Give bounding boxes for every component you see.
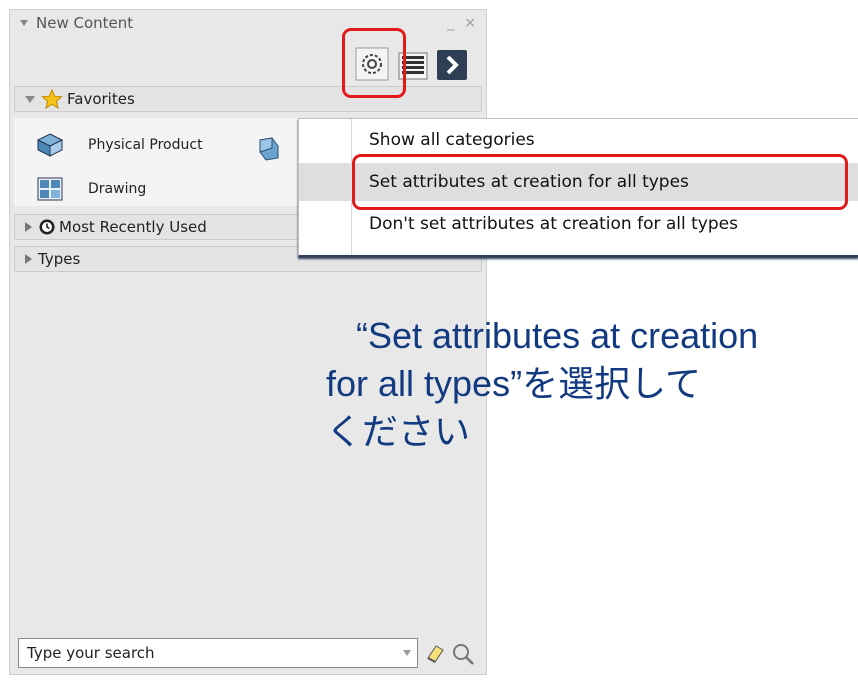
menu-item-dont-set-attributes[interactable]: Don't set attributes at creation for all… [299, 205, 858, 243]
instruction-caption: “Set attributes at creation for all type… [326, 312, 846, 456]
search-input[interactable]: Type your search [18, 638, 418, 668]
types-label: Types [38, 250, 81, 268]
close-button[interactable]: × [464, 15, 476, 31]
expand-caret-icon [25, 222, 32, 232]
favorite-drawing[interactable]: Drawing [36, 176, 146, 202]
physical-product-icon [36, 133, 64, 157]
chevron-down-icon[interactable] [403, 650, 411, 656]
expand-button[interactable] [437, 50, 467, 80]
part-icon[interactable] [254, 136, 282, 162]
clock-icon [39, 219, 55, 235]
favorite-item-label: Physical Product [88, 137, 203, 153]
favorites-section-header[interactable]: Favorites [14, 86, 482, 112]
expand-caret-icon [25, 95, 35, 103]
star-icon [41, 89, 63, 109]
expand-caret-icon [25, 254, 32, 264]
search-placeholder: Type your search [27, 644, 155, 662]
favorite-physical-product[interactable]: Physical Product [36, 132, 203, 158]
favorites-label: Favorites [67, 90, 135, 108]
minimize-button[interactable]: _ [447, 15, 454, 31]
eraser-icon[interactable] [424, 642, 446, 664]
panel-titlebar: New Content _ × [10, 10, 486, 36]
chevron-right-icon [446, 55, 459, 75]
instruction-line-2: for all types”を選択して [326, 363, 701, 404]
collapse-panel-icon[interactable] [20, 20, 28, 26]
most-recent-label: Most Recently Used [59, 218, 207, 236]
favorite-item-label: Drawing [88, 181, 147, 197]
instruction-line-1: “Set attributes at creation [356, 315, 759, 356]
search-icon[interactable] [451, 642, 475, 666]
instruction-line-3: ください [326, 411, 471, 452]
menu-item-highlight [352, 154, 848, 210]
drawing-icon [37, 177, 63, 201]
settings-highlight [342, 28, 406, 98]
